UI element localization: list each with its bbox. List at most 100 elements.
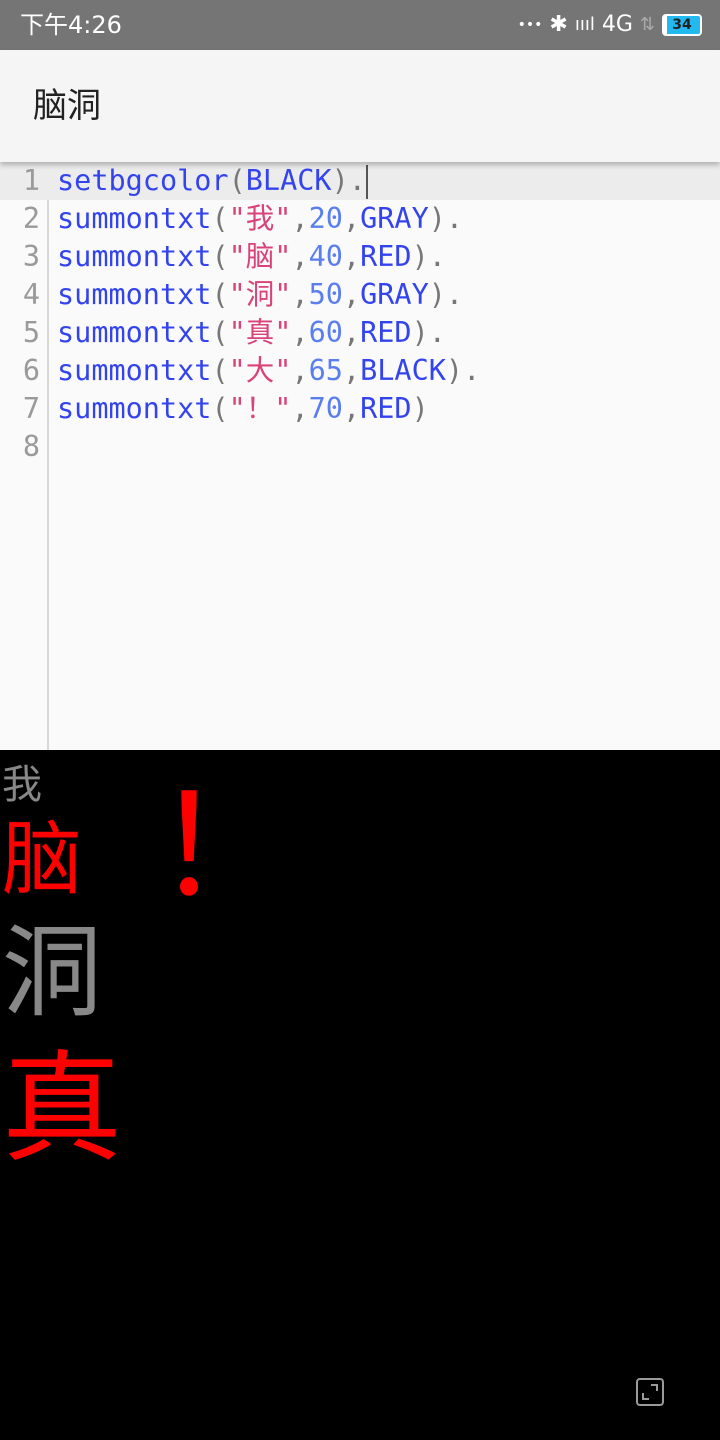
code-text: summontxt("我",20,GRAY). [57, 200, 463, 238]
output-text: 脑 [2, 813, 82, 906]
output-canvas: 我脑洞真大 ！ [0, 750, 720, 1440]
code-text: summontxt("脑",40,RED). [57, 238, 446, 276]
line-number: 3 [22, 240, 40, 273]
code-line[interactable]: 1 setbgcolor(BLACK). [0, 162, 720, 200]
code-line[interactable]: 8 [0, 428, 720, 466]
signal-icon: ıııl [574, 14, 595, 35]
code-token: , [291, 354, 309, 387]
code-token: ( [228, 164, 246, 197]
code-token: "我" [228, 202, 292, 235]
code-token: , [291, 392, 309, 425]
code-token: , [342, 278, 361, 311]
code-line[interactable]: 2 summontxt("我",20,GRAY). [0, 200, 720, 238]
code-text: summontxt("！",70,RED) [57, 390, 429, 428]
code-token: summontxt [57, 354, 212, 387]
code-token: 70 [308, 392, 343, 425]
code-token: setbgcolor [57, 164, 229, 197]
code-token: . [348, 164, 366, 197]
line-number: 8 [22, 430, 40, 463]
code-token: , [342, 392, 361, 425]
code-line[interactable]: 3 summontxt("脑",40,RED). [0, 238, 720, 276]
output-text: 我 [2, 762, 42, 808]
code-token: ) [411, 316, 429, 349]
code-token: . [445, 278, 464, 311]
bluetooth-icon: ✱ [549, 12, 568, 37]
code-token: , [342, 354, 361, 387]
code-token: 20 [308, 202, 343, 235]
code-token: ( [211, 354, 229, 387]
code-token: 60 [308, 316, 343, 349]
output-text-area: 我脑洞真大 ！ [0, 750, 720, 1440]
code-token: 50 [308, 278, 343, 311]
code-line[interactable]: 5 summontxt("真",60,RED). [0, 314, 720, 352]
code-token: GRAY [360, 278, 429, 311]
status-bar: 下午4:26 ••• ✱ ıııl 4G ⇅ 34 [0, 0, 720, 50]
code-token: , [291, 202, 309, 235]
code-token: , [342, 240, 361, 273]
code-text: setbgcolor(BLACK). [57, 162, 368, 200]
code-token: ) [428, 278, 446, 311]
code-token: "脑" [228, 240, 292, 273]
code-token: , [342, 202, 361, 235]
code-token: . [428, 240, 446, 273]
code-token: ) [411, 392, 429, 425]
code-token: "！" [228, 392, 292, 425]
battery-icon: 34 [662, 14, 702, 36]
code-token: , [291, 316, 309, 349]
code-token: summontxt [57, 278, 212, 311]
code-token: "洞" [228, 278, 292, 311]
code-token: ( [211, 240, 229, 273]
text-cursor [365, 165, 368, 199]
code-token: "大" [228, 354, 292, 387]
output-text: 大 [2, 1190, 133, 1342]
code-line[interactable]: 7 summontxt("！",70,RED) [0, 390, 720, 428]
code-token: ) [331, 164, 349, 197]
code-token: summontxt [57, 392, 212, 425]
code-token: BLACK [245, 164, 332, 197]
line-number: 6 [22, 354, 40, 387]
code-token: ) [445, 354, 464, 387]
line-number: 7 [22, 392, 40, 425]
code-token: , [291, 278, 309, 311]
code-token: RED [360, 316, 412, 349]
fullscreen-button[interactable] [636, 1378, 664, 1406]
code-token: 65 [308, 354, 343, 387]
code-text: summontxt("洞",50,GRAY). [57, 276, 463, 314]
code-token: BLACK [360, 354, 446, 387]
code-token: . [445, 202, 464, 235]
line-number: 4 [22, 278, 40, 311]
code-text: summontxt("大",65,BLACK). [57, 352, 480, 390]
code-line[interactable]: 6 summontxt("大",65,BLACK). [0, 352, 720, 390]
code-token: ( [211, 392, 229, 425]
code-token: ( [211, 202, 229, 235]
status-time: 下午4:26 [20, 11, 122, 39]
line-number: 2 [22, 202, 40, 235]
code-token: ( [211, 278, 229, 311]
code-token: ) [411, 240, 429, 273]
code-line[interactable]: 4 summontxt("洞",50,GRAY). [0, 276, 720, 314]
fullscreen-icon [642, 1384, 658, 1400]
code-editor[interactable]: 1 setbgcolor(BLACK). 2 summontxt("我",20,GRA… [0, 162, 720, 750]
network-type: 4G [601, 12, 633, 37]
code-token: 40 [308, 240, 343, 273]
code-token: RED [360, 392, 412, 425]
app-bar: 脑洞 [0, 50, 720, 162]
code-token: ) [428, 202, 446, 235]
code-token: ( [211, 316, 229, 349]
data-arrows-icon: ⇅ [639, 14, 655, 35]
line-number: 5 [22, 316, 40, 349]
more-notifications-icon: ••• [517, 17, 543, 33]
line-number: 1 [22, 164, 40, 197]
code-token: "真" [228, 316, 292, 349]
code-token: GRAY [360, 202, 429, 235]
code-token: summontxt [57, 202, 212, 235]
code-token: . [463, 354, 481, 387]
output-text: ！ [154, 766, 295, 929]
code-token: , [342, 316, 361, 349]
code-token: summontxt [57, 316, 212, 349]
output-text: 洞 [2, 914, 102, 1031]
code-token: summontxt [57, 240, 212, 273]
code-token: RED [360, 240, 412, 273]
code-token: , [291, 240, 309, 273]
page-title: 脑洞 [33, 86, 101, 126]
